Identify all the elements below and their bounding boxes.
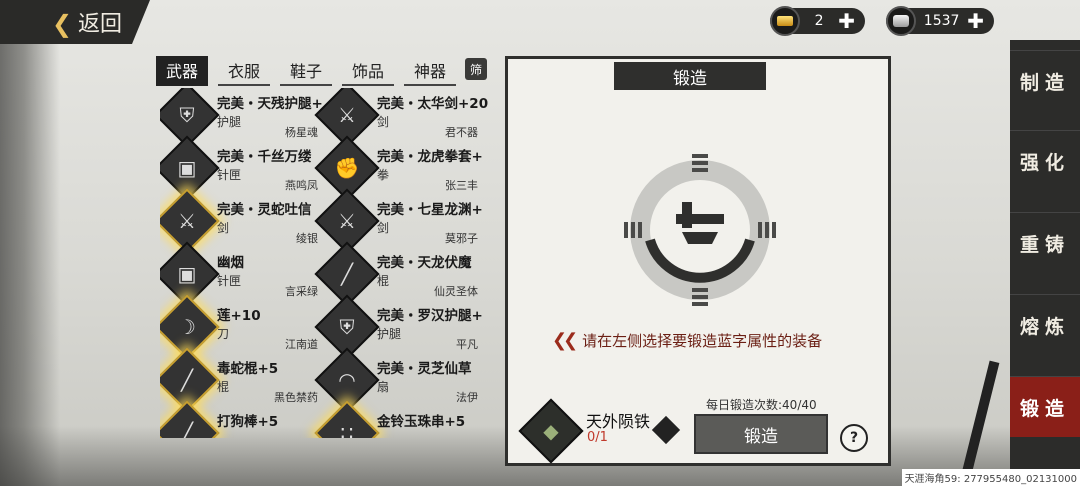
meteorite-iron-icon: ◆ [543, 419, 559, 443]
silver-currency: 1537 ✚ [886, 6, 996, 36]
item-type: 针匣 [217, 168, 242, 182]
item-name: 完美・灵芝仙草 [377, 361, 472, 377]
item-owner: 言采绿 [285, 285, 318, 298]
equipment-item[interactable]: ⚔ 完美・太华剑+20 剑君不器 [314, 88, 488, 148]
gold-currency: 2 ✚ [770, 6, 880, 36]
equipment-item[interactable]: ╱ 毒蛇棍+5 棍黑色禁药 [160, 347, 322, 413]
item-type: 刀 [217, 327, 230, 341]
item-name: 完美・天残护腿+ [217, 96, 323, 112]
item-owner: 杨星魂 [285, 126, 318, 139]
item-type: 剑 [377, 115, 390, 129]
add-gold-button[interactable]: ✚ [838, 9, 855, 33]
forge-hint: ❮❮ 请在左侧选择要锻造蓝字属性的装备 [552, 330, 822, 351]
item-type: 拳 [377, 168, 390, 182]
item-type: 护腿 [217, 115, 242, 129]
item-owner: 君不器 [445, 126, 478, 139]
nav-item-forge[interactable]: 锻造 [1010, 376, 1080, 437]
nav-item-craft[interactable]: 制造 [1010, 50, 1080, 111]
add-silver-button[interactable]: ✚ [967, 9, 984, 33]
item-name: 完美・龙虎拳套+ [377, 149, 483, 165]
equipment-item[interactable]: ◠ 完美・灵芝仙草扇法伊 [314, 347, 482, 413]
item-name: 毒蛇棍+5 [217, 361, 279, 377]
item-owner: 法伊 [456, 391, 478, 404]
item-name: 完美・罗汉护腿+ [377, 308, 483, 324]
chevron-left-icon: ❮ [52, 10, 73, 38]
material-name: 天外陨铁 [586, 412, 651, 431]
item-type: 棍 [217, 380, 230, 394]
equipment-item[interactable]: ⚔ 完美・灵蛇吐信剑绫银 [160, 188, 322, 254]
item-type: 棍 [377, 274, 390, 288]
panel-title: 锻造 [614, 62, 766, 90]
nav-item-recast[interactable]: 重铸 [1010, 212, 1080, 273]
hint-text: 请在左侧选择要锻造蓝字属性的装备 [582, 332, 823, 350]
item-name: 完美・天龙伏魔 [377, 255, 472, 271]
double-chevron-left-icon: ❮❮ [552, 330, 578, 351]
anvil-emblem-icon [624, 154, 776, 306]
equipment-item[interactable]: ▣ 幽烟 针匣 言采绿 [160, 241, 322, 307]
tab-accessory[interactable]: 饰品 [342, 56, 394, 86]
equipment-item[interactable]: ☽ 莲+10 刀江南道 [160, 294, 322, 360]
item-type: 扇 [377, 380, 390, 394]
item-type: 护腿 [377, 327, 402, 341]
equipment-item[interactable]: ✊ 完美・龙虎拳套+ 拳张三丰 [314, 135, 483, 201]
gold-ingot-icon [770, 6, 800, 36]
equipment-item[interactable]: ╱ 打狗棒+5 [160, 400, 322, 438]
item-owner: 绫银 [296, 232, 318, 245]
item-name: 完美・七星龙渊+ [377, 202, 483, 218]
silver-ingot-icon [886, 6, 916, 36]
tab-artifact[interactable]: 神器 [404, 56, 456, 86]
help-button[interactable]: ? [840, 424, 868, 452]
silver-value: 1537 [923, 13, 960, 29]
gold-value: 2 [814, 13, 824, 29]
nav-item-smelt[interactable]: 熔炼 [1010, 294, 1080, 355]
material-count: 0/1 [587, 430, 608, 445]
watermark: 天涯海角59: 277955480_02131000 [901, 469, 1080, 486]
item-type: 剑 [217, 221, 230, 235]
item-name: 完美・千丝万缕 [217, 149, 312, 165]
equipment-item[interactable]: ⛨ 完美・罗汉护腿+ 护腿 平凡 [314, 294, 483, 360]
staff-icon: ╱ [160, 400, 220, 438]
item-name: 打狗棒+5 [217, 414, 279, 430]
item-list: ⛨ 完美・天残护腿+ 护腿 杨星魂 ⚔ 完美・太华剑+20 剑君不器 ▣ 完美・千丝万缕 针匣 燕鸣… [160, 88, 500, 438]
item-owner: 张三丰 [445, 179, 478, 192]
category-tabs: 武器 衣服 鞋子 饰品 神器 [156, 56, 456, 86]
back-label: 返回 [78, 12, 123, 37]
bead-string-icon: ∷ [314, 400, 380, 438]
tab-shoes[interactable]: 鞋子 [280, 56, 332, 86]
item-owner: 燕鸣凤 [285, 179, 318, 192]
equipment-item[interactable]: ⛨ 完美・天残护腿+ 护腿 杨星魂 [160, 88, 323, 148]
item-name: 幽烟 [217, 255, 244, 271]
equipment-item[interactable]: ▣ 完美・千丝万缕 针匣 燕鸣凤 [160, 135, 322, 201]
daily-forge-count: 每日锻造次数:40/40 [706, 398, 817, 412]
item-type: 针匣 [217, 274, 242, 288]
filter-button[interactable]: 筛 [465, 58, 487, 80]
tab-clothes[interactable]: 衣服 [218, 56, 270, 86]
item-owner: 仙灵圣体 [434, 285, 478, 298]
equipment-item[interactable]: ╱ 完美・天龙伏魔棍仙灵圣体 [314, 241, 482, 307]
item-name: 莲+10 [217, 308, 261, 324]
item-owner: 平凡 [456, 338, 478, 351]
item-name: 完美・灵蛇吐信 [217, 202, 312, 218]
back-button[interactable]: ❮ 返回 [0, 0, 150, 44]
side-nav: 制造 强化 重铸 熔炼 锻造 [1010, 40, 1080, 486]
equipment-item[interactable]: ⚔ 完美・七星龙渊+ 剑莫邪子 [314, 188, 483, 254]
item-owner: 黑色禁药 [274, 391, 318, 404]
forge-button[interactable]: 锻造 [694, 414, 828, 454]
item-type: 剑 [377, 221, 390, 235]
item-name: 金铃玉珠串+5 [377, 414, 466, 430]
equipment-item[interactable]: ∷ 金铃玉珠串+5 [314, 400, 482, 438]
ink-background-left [0, 0, 60, 486]
item-name: 完美・太华剑+20 [377, 96, 489, 112]
item-owner: 莫邪子 [445, 232, 478, 245]
tab-weapon[interactable]: 武器 [156, 56, 208, 86]
item-owner: 江南道 [285, 338, 318, 351]
nav-item-enhance[interactable]: 强化 [1010, 130, 1080, 191]
